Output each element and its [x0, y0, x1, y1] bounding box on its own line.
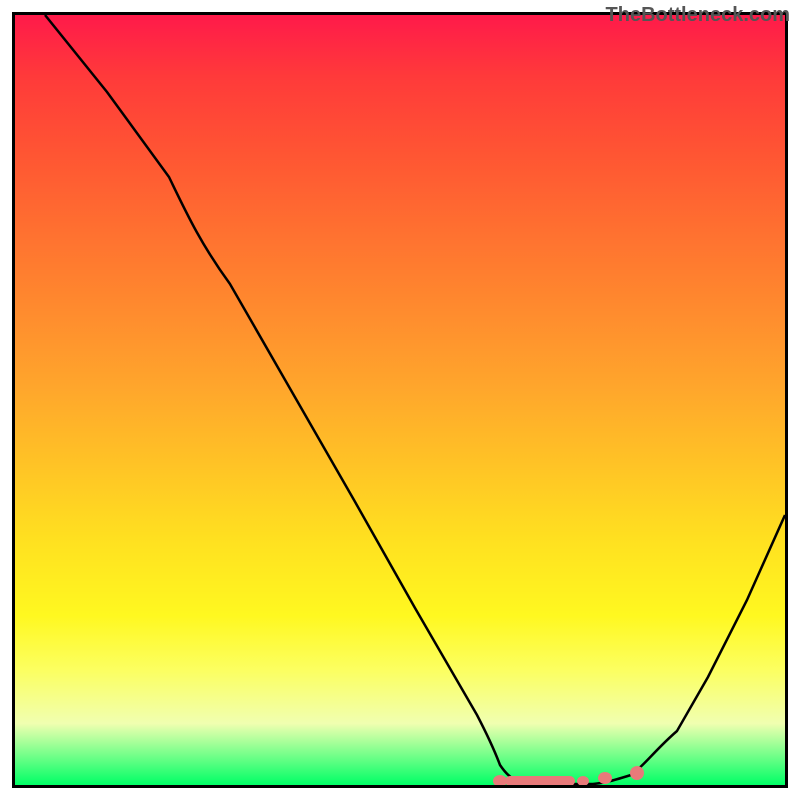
marker-dot — [630, 766, 644, 780]
watermark-text: TheBottleneck.com — [606, 4, 790, 27]
chart-curve — [45, 15, 785, 784]
highlight-markers — [493, 766, 644, 785]
marker-dot — [577, 776, 589, 785]
marker-band — [505, 776, 575, 785]
chart-frame — [12, 12, 788, 788]
marker-dot — [598, 772, 612, 784]
chart-svg — [15, 15, 785, 785]
marker-dot — [493, 775, 507, 785]
